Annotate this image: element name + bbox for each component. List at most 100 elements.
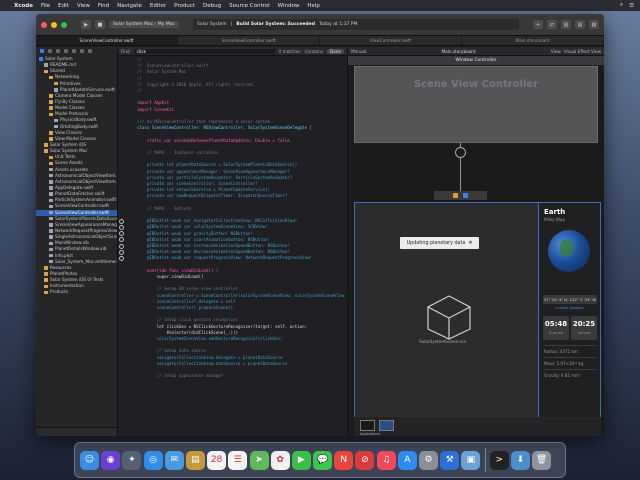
folder-icon	[49, 161, 53, 166]
xcode-icon[interactable]: ⚒	[440, 450, 460, 470]
file-icon	[49, 167, 53, 172]
menu-editor[interactable]: Editor	[150, 3, 166, 9]
tab-main-storyboard[interactable]: Main.storyboard	[462, 36, 604, 45]
menu-file[interactable]: File	[41, 3, 50, 9]
folder-icon	[44, 272, 48, 276]
finder-icon[interactable]: ☺	[80, 450, 99, 470]
menu-debug[interactable]: Debug	[203, 3, 221, 9]
jump-file[interactable]: Main.storyboard	[369, 49, 548, 54]
sunset-time: 20:25	[572, 320, 596, 328]
zoom-window-button[interactable]	[61, 21, 67, 28]
control-center-icon[interactable]: ☰	[629, 3, 634, 9]
folder-icon	[49, 155, 53, 160]
navigator-filter[interactable]	[36, 427, 117, 436]
menu-window[interactable]: Window	[278, 3, 300, 9]
menu-product[interactable]: Product	[174, 3, 195, 9]
find-navigator-icon[interactable]	[64, 49, 68, 53]
dock-separator	[484, 448, 486, 472]
tab-scene-view-controller[interactable]: SceneViewController.swift	[36, 36, 178, 45]
updating-banner: Updating planetary data ✲	[400, 237, 479, 249]
safari-icon[interactable]: ◎	[143, 450, 163, 470]
file-icon	[49, 253, 53, 258]
siri-icon[interactable]: ◉	[101, 450, 121, 470]
earth-globe-icon	[548, 230, 590, 272]
code-line[interactable]: // Setup appearance manager	[137, 373, 345, 379]
scene-view-controller[interactable]: Updating planetary data ✲ SolarSystemSce…	[354, 202, 601, 427]
code-review-button[interactable]: ⇄	[547, 20, 557, 29]
menu-help[interactable]: Help	[307, 3, 320, 9]
view-controller-icon[interactable]	[463, 193, 468, 198]
menu-find[interactable]: Find	[98, 3, 109, 9]
dark-appearance-swatch[interactable]	[360, 420, 375, 431]
preview-icon[interactable]: ▣	[461, 450, 481, 470]
launchpad-icon[interactable]: ✦	[122, 450, 142, 470]
calendar-icon[interactable]: 28	[207, 450, 227, 470]
messages-icon[interactable]: 💬	[313, 450, 333, 470]
jump-effect[interactable]: Visual Effect View	[564, 49, 601, 54]
outlet-connection-icon[interactable]	[119, 225, 124, 230]
toggle-debug-button[interactable]: ▤	[575, 20, 585, 29]
minimize-window-button[interactable]	[51, 21, 57, 28]
test-navigator-icon[interactable]	[80, 49, 84, 53]
menu-edit[interactable]: Edit	[58, 3, 69, 9]
scheme-selector[interactable]: Solar System Mac › My Mac	[109, 21, 179, 28]
toggle-inspector-button[interactable]: ▧	[589, 20, 599, 29]
photos-icon[interactable]: ✿	[270, 450, 290, 470]
first-responder-icon[interactable]	[453, 193, 458, 198]
spotlight-icon[interactable]: ⌕	[620, 2, 623, 9]
appstore-icon[interactable]: A	[397, 450, 417, 470]
window-controller-header[interactable]: Window Controller	[348, 56, 604, 65]
system-preferences-icon[interactable]: ⚙	[419, 450, 438, 470]
tab-view-controller[interactable]: ViewController.swift	[320, 36, 462, 45]
outlet-connection-icon[interactable]	[119, 218, 124, 224]
jump-view[interactable]: View	[551, 49, 561, 54]
planet-mass: Mass: 5.97×10²⁴ kg	[544, 361, 584, 366]
segue-icon[interactable]	[455, 147, 466, 158]
code-area[interactable]: //// SceneViewController.swift// Solar S…	[118, 57, 347, 436]
terminal-icon[interactable]: >	[489, 450, 509, 470]
outlet-connection-icon[interactable]	[119, 231, 124, 237]
planet-gravity: Gravity: 9.81 m/s²	[544, 373, 581, 378]
stop-button[interactable]: ■	[95, 20, 105, 29]
issue-navigator-icon[interactable]	[72, 49, 76, 53]
news-icon[interactable]: N	[334, 450, 354, 470]
folder-icon	[49, 137, 53, 141]
navigator-item[interactable]: Products	[36, 289, 117, 295]
facetime-icon[interactable]: ▶	[291, 450, 311, 470]
find-options[interactable]: Contains	[305, 49, 323, 54]
menu-view[interactable]: View	[77, 3, 90, 9]
current-location-link[interactable]: Current location	[539, 306, 600, 310]
close-window-button[interactable]	[41, 21, 47, 28]
menu-bar: Xcode File Edit View Find Navigate Edito…	[0, 0, 640, 11]
menu-source-control[interactable]: Source Control	[229, 3, 270, 9]
trash-icon[interactable]: 🗑	[532, 450, 552, 470]
symbol-navigator-icon[interactable]	[56, 49, 60, 53]
find-input[interactable]: click	[133, 48, 275, 54]
reminders-icon[interactable]: ☰	[228, 450, 248, 470]
outlet-connection-icon[interactable]	[119, 237, 124, 243]
tab-scene-view-controller-2[interactable]: SceneViewController.swift	[178, 36, 320, 45]
run-button[interactable]: ▶	[81, 20, 91, 29]
outlet-connection-icon[interactable]	[119, 249, 124, 255]
light-appearance-swatch[interactable]	[379, 420, 394, 431]
mail-icon[interactable]: ✉	[164, 450, 184, 470]
music-icon[interactable]: ♫	[376, 450, 396, 470]
notes-icon[interactable]: ▤	[185, 450, 205, 470]
library-button[interactable]: +	[533, 20, 543, 29]
jump-manual[interactable]: Manual	[351, 49, 366, 54]
downloads-icon[interactable]: ⬇	[510, 450, 530, 470]
project-navigator-icon[interactable]	[40, 49, 44, 53]
menu-app-name[interactable]: Xcode	[14, 3, 33, 9]
done-button[interactable]: Done	[326, 48, 344, 54]
window-controller-scene[interactable]	[354, 66, 598, 143]
debug-navigator-icon[interactable]	[88, 49, 92, 53]
find-mode[interactable]: Find	[121, 49, 130, 54]
block-icon[interactable]: ⊘	[355, 450, 375, 470]
coordinates: 37° 20' 4" N, 122° 2' 33" W	[543, 295, 597, 304]
toggle-navigator-button[interactable]: ▥	[561, 20, 571, 29]
maps-icon[interactable]: ➤	[249, 450, 269, 470]
outlet-connection-icon[interactable]	[119, 256, 124, 261]
menu-navigate[interactable]: Navigate	[117, 3, 142, 9]
source-control-navigator-icon[interactable]	[48, 49, 52, 53]
outlet-connection-icon[interactable]	[119, 243, 124, 249]
